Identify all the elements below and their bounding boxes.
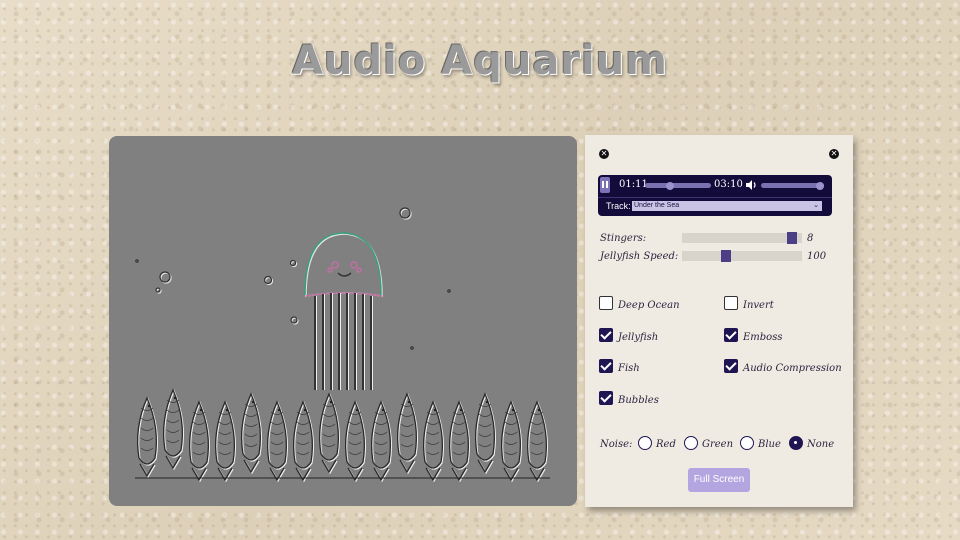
emboss-label: Emboss bbox=[743, 332, 783, 343]
noise-red-label: Red bbox=[656, 439, 676, 450]
noise-blue-label: Blue bbox=[758, 439, 781, 450]
volume-icon[interactable] bbox=[745, 179, 759, 191]
seek-knob[interactable] bbox=[666, 181, 675, 190]
fish bbox=[370, 400, 393, 483]
fish-school bbox=[136, 388, 549, 483]
noise-green-label: Green bbox=[702, 439, 734, 450]
fish bbox=[474, 392, 497, 475]
pause-icon[interactable] bbox=[600, 177, 610, 193]
jellyfish bbox=[304, 232, 383, 390]
app-title: Audio Aquarium bbox=[292, 38, 668, 84]
stingers-knob[interactable] bbox=[786, 232, 797, 244]
fish bbox=[422, 400, 445, 483]
noise-label: Noise: bbox=[600, 439, 633, 450]
fish bbox=[292, 400, 315, 483]
fish bbox=[344, 400, 367, 483]
invert-label: Invert bbox=[743, 300, 774, 311]
noise-red-radio[interactable] bbox=[638, 436, 652, 450]
noise-blue-radio[interactable] bbox=[740, 436, 754, 450]
close-icon[interactable]: ✕ bbox=[599, 149, 609, 159]
jellyfish-checkbox[interactable] bbox=[599, 328, 613, 342]
bubbles-checkbox[interactable] bbox=[599, 391, 613, 405]
invert-checkbox[interactable] bbox=[724, 296, 738, 310]
audio-compression-label: Audio Compression bbox=[743, 363, 842, 374]
deep-ocean-checkbox[interactable] bbox=[599, 296, 613, 310]
fish bbox=[318, 392, 341, 475]
track-select-value: Under the Sea bbox=[634, 202, 680, 209]
deep-ocean-label: Deep Ocean bbox=[618, 300, 680, 311]
track-select[interactable]: Under the Sea ⌄ bbox=[632, 201, 822, 211]
stingers-slider[interactable] bbox=[682, 232, 802, 244]
noise-green-radio[interactable] bbox=[684, 436, 698, 450]
control-panel: ✕ ✕ 01:11 03:10 Track: Under the Sea ⌄ S… bbox=[585, 135, 853, 507]
fish bbox=[136, 396, 159, 479]
stingers-value: 8 bbox=[807, 233, 814, 244]
audio-compression-checkbox[interactable] bbox=[724, 359, 738, 373]
bubbles bbox=[135, 207, 451, 350]
jellyfish-speed-value: 100 bbox=[807, 251, 827, 262]
fish bbox=[240, 392, 263, 475]
track-label: Track: bbox=[606, 201, 631, 211]
fish bbox=[214, 400, 237, 483]
volume-slider[interactable] bbox=[761, 181, 824, 190]
jellyfish-speed-label: Jellyfish Speed: bbox=[600, 251, 679, 262]
seek-slider[interactable] bbox=[645, 181, 711, 190]
bubbles-label: Bubbles bbox=[618, 395, 659, 406]
jellyfish-speed-slider[interactable] bbox=[682, 250, 802, 262]
current-time: 01:11 bbox=[619, 179, 648, 190]
close-icon[interactable]: ✕ bbox=[829, 149, 839, 159]
aquarium-canvas[interactable] bbox=[109, 136, 577, 506]
aquarium-scene bbox=[135, 207, 550, 483]
fish bbox=[266, 400, 289, 483]
fish-checkbox[interactable] bbox=[599, 359, 613, 373]
chevron-down-icon: ⌄ bbox=[813, 202, 819, 209]
emboss-checkbox[interactable] bbox=[724, 328, 738, 342]
fish bbox=[188, 400, 211, 483]
fish bbox=[162, 388, 185, 471]
noise-none-label: None bbox=[807, 439, 835, 450]
fish bbox=[500, 400, 523, 483]
jellyfish-label: Jellyfish bbox=[618, 332, 659, 343]
volume-knob[interactable] bbox=[816, 181, 824, 190]
fish-label: Fish bbox=[618, 363, 640, 374]
audio-player: 01:11 03:10 Track: Under the Sea ⌄ bbox=[598, 175, 832, 216]
fish bbox=[526, 400, 549, 483]
stingers-label: Stingers: bbox=[600, 233, 647, 244]
duration: 03:10 bbox=[714, 179, 743, 190]
track-row: Track: Under the Sea ⌄ bbox=[598, 197, 832, 216]
fish bbox=[448, 400, 471, 483]
jellyfish-speed-knob[interactable] bbox=[720, 250, 731, 262]
fish bbox=[396, 392, 419, 475]
full-screen-button[interactable]: Full Screen bbox=[688, 468, 750, 492]
noise-none-radio[interactable] bbox=[789, 436, 803, 450]
